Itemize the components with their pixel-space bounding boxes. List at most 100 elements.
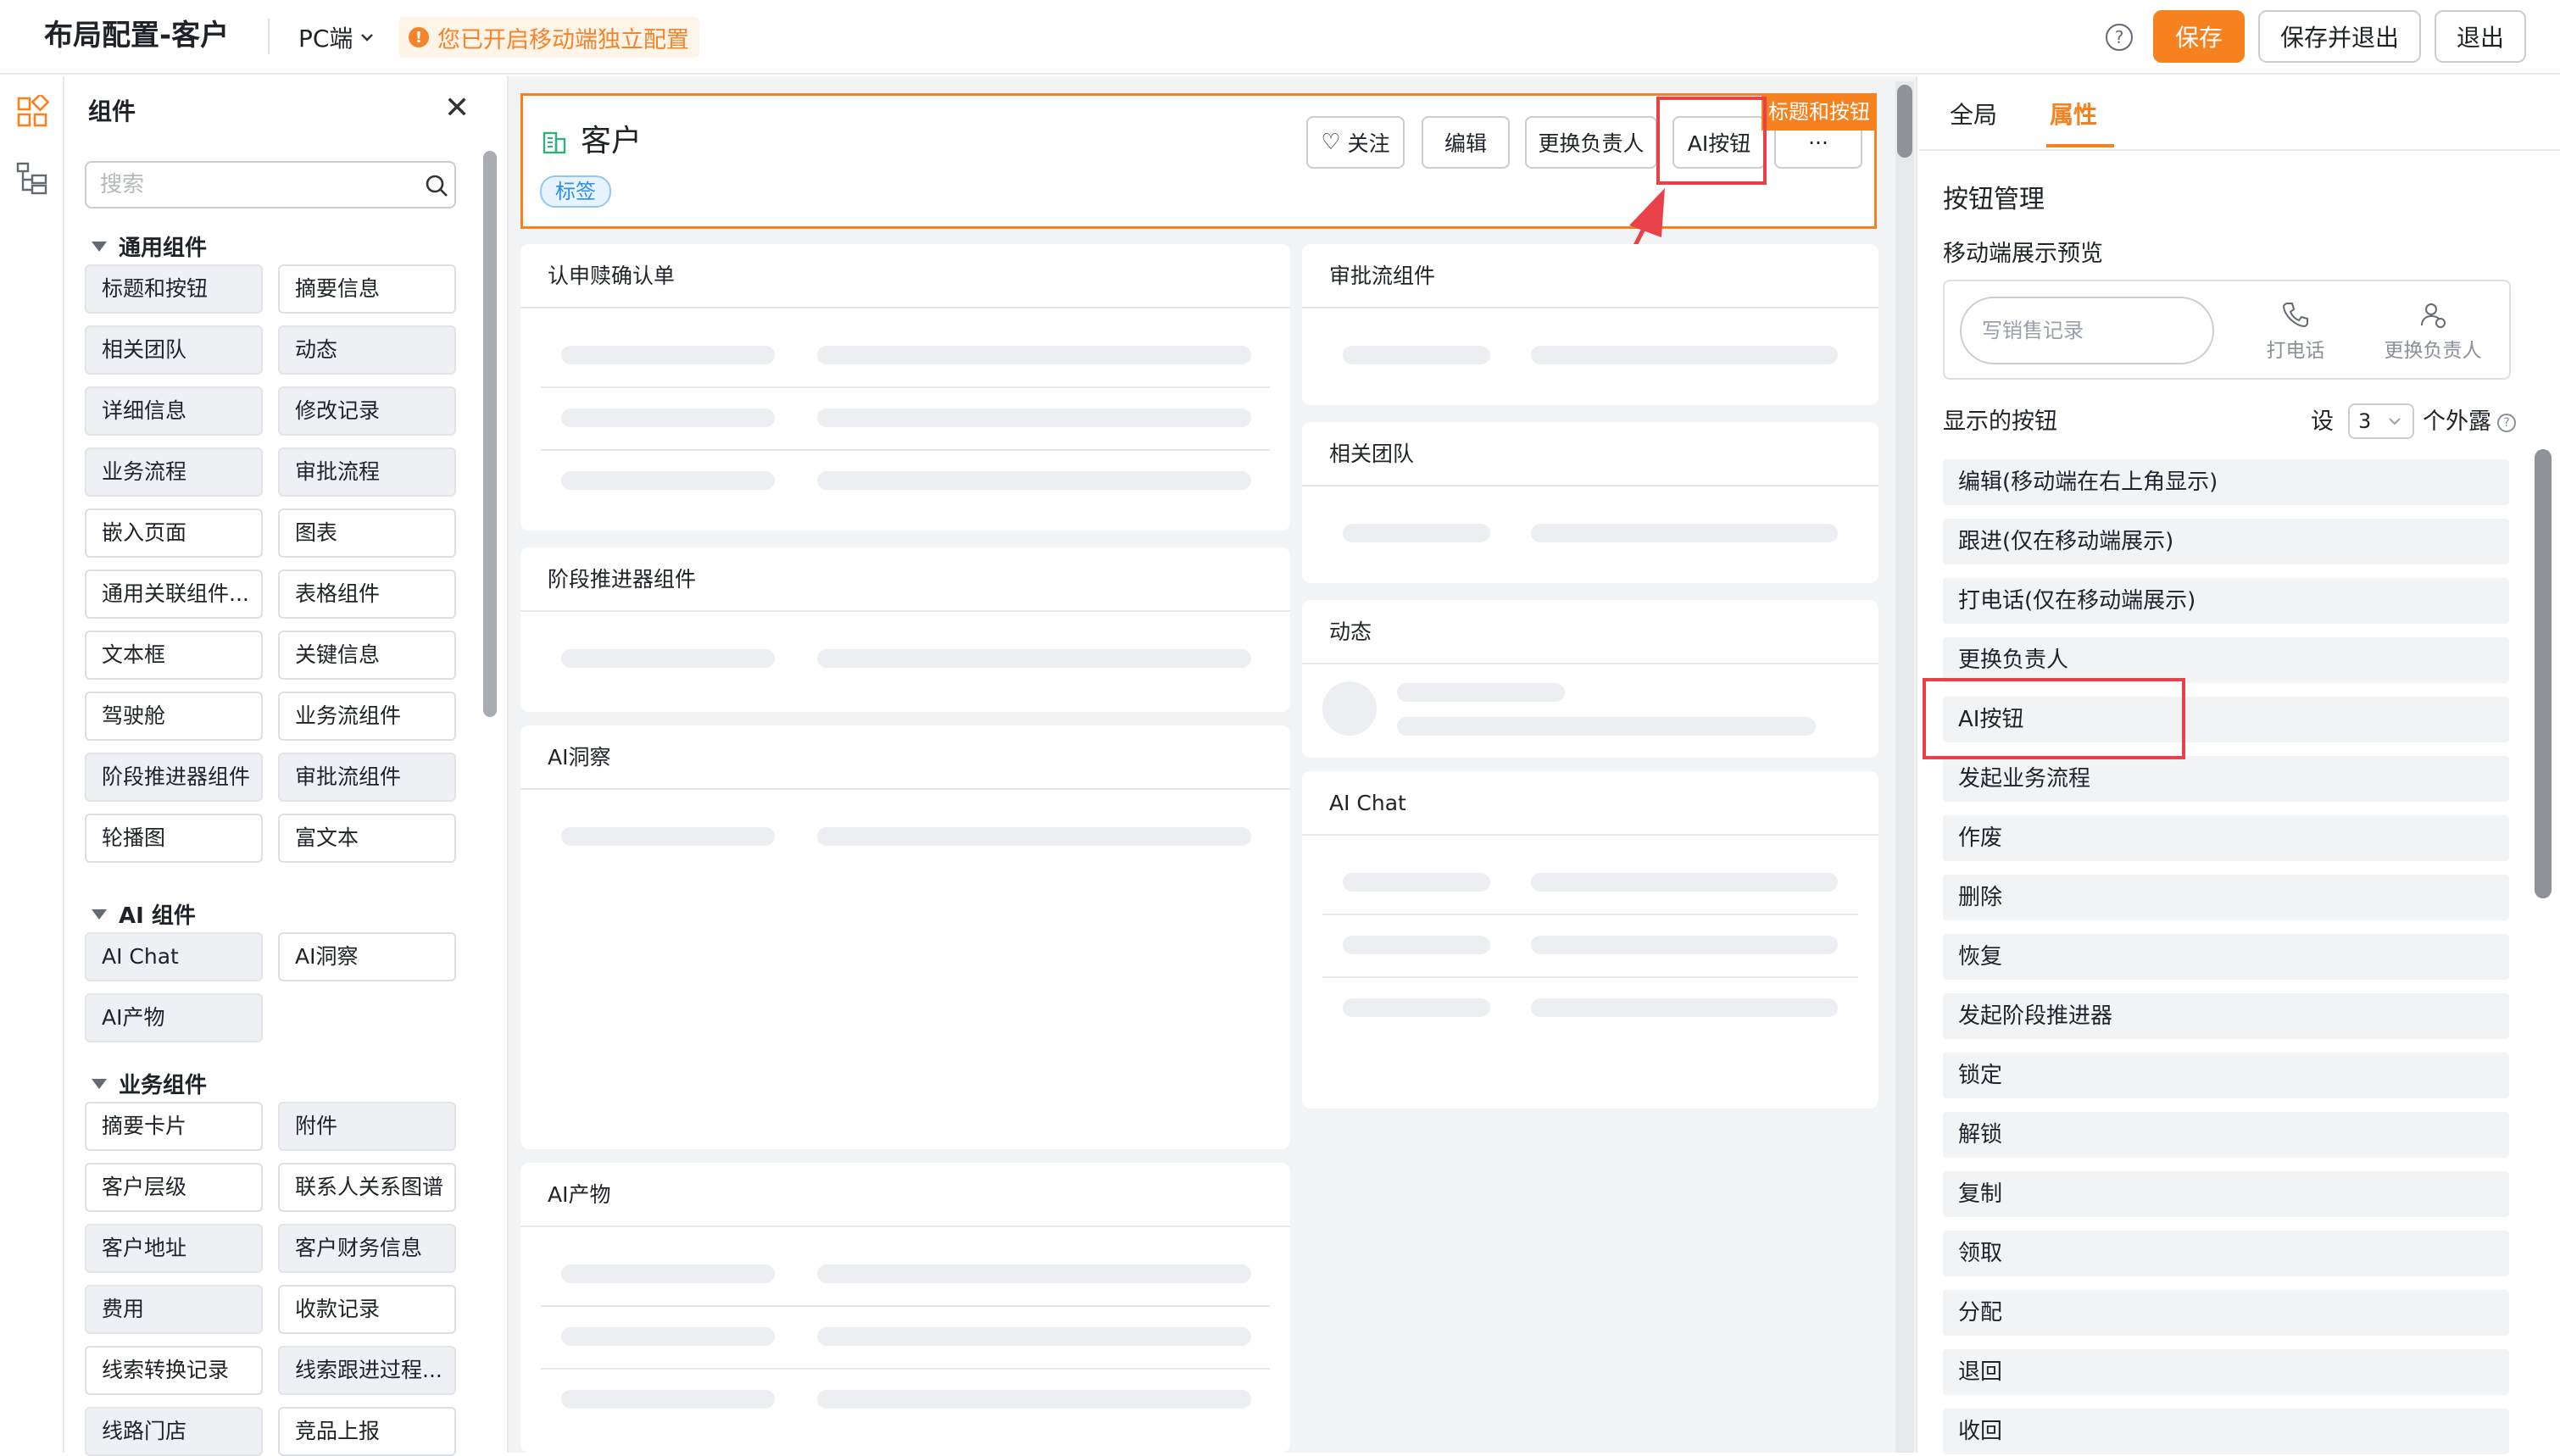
preview-call: 打电话 <box>2236 292 2355 373</box>
component-item[interactable]: AI洞察 <box>278 932 456 981</box>
button-config-item[interactable]: 恢复 <box>1943 934 2509 980</box>
button-config-item[interactable]: 解锁 <box>1943 1112 2509 1158</box>
help-icon[interactable]: ? <box>2497 414 2516 432</box>
close-icon[interactable]: ✕ <box>444 92 470 125</box>
component-item[interactable]: 图表 <box>278 508 456 558</box>
row-divider <box>541 1305 1270 1307</box>
tree-icon[interactable] <box>15 161 49 195</box>
component-item[interactable]: 附件 <box>278 1102 456 1151</box>
help-icon[interactable]: ? <box>2106 24 2133 51</box>
component-item[interactable]: 嵌入页面 <box>85 508 263 558</box>
skeleton-bar <box>817 346 1251 364</box>
button-config-item[interactable]: 删除 <box>1943 875 2509 920</box>
component-item[interactable]: 详细信息 <box>85 386 263 436</box>
card-title: AI洞察 <box>548 745 611 770</box>
preview-call-label: 打电话 <box>2266 340 2325 362</box>
exit-button[interactable]: 退出 <box>2435 10 2526 63</box>
card-ai-insight[interactable]: AI洞察 <box>520 725 1290 1149</box>
card-approval-flow[interactable]: 审批流组件 <box>1302 244 1878 405</box>
save-exit-button[interactable]: 保存并退出 <box>2258 10 2421 63</box>
button-config-item[interactable]: 收回 <box>1943 1409 2509 1454</box>
button-config-item[interactable]: 分配 <box>1943 1290 2509 1336</box>
mobile-notice-text: 您已开启移动端独立配置 <box>437 26 689 53</box>
button-config-item[interactable]: 发起业务流程 <box>1943 756 2509 802</box>
card-stage-advancer[interactable]: 阶段推进器组件 <box>520 547 1290 712</box>
component-item[interactable]: 业务流程 <box>85 447 263 497</box>
component-item[interactable]: 表格组件 <box>278 570 456 619</box>
card-ai-chat[interactable]: AI Chat <box>1302 771 1878 1109</box>
save-button[interactable]: 保存 <box>2153 10 2245 63</box>
component-item[interactable]: 文本框 <box>85 631 263 680</box>
title-divider <box>268 19 270 54</box>
group-header[interactable]: AI 组件 <box>92 898 196 930</box>
card-ai-output[interactable]: AI产物 <box>520 1163 1290 1453</box>
button-config-item[interactable]: 领取 <box>1943 1231 2509 1276</box>
component-panel-scrollbar[interactable] <box>483 151 497 717</box>
component-item[interactable]: 客户地址 <box>85 1224 263 1273</box>
component-item[interactable]: AI Chat <box>85 932 263 981</box>
component-item[interactable]: 富文本 <box>278 814 456 863</box>
card-activity[interactable]: 动态 <box>1302 600 1878 758</box>
component-item[interactable]: 审批流组件 <box>278 753 456 802</box>
component-item[interactable]: 线索跟进过程... <box>278 1346 456 1395</box>
component-item[interactable]: 线路门店 <box>85 1407 263 1456</box>
change-owner-button[interactable]: 更换负责人 <box>1525 116 1657 169</box>
button-config-item[interactable]: 锁定 <box>1943 1053 2509 1098</box>
expose-count-select[interactable]: 3 <box>2348 403 2414 439</box>
search-input[interactable] <box>100 169 405 200</box>
edit-button[interactable]: 编辑 <box>1422 116 1510 169</box>
component-item[interactable]: 驾驶舱 <box>85 692 263 741</box>
button-config-item[interactable]: 退回 <box>1943 1349 2509 1395</box>
component-item[interactable]: 审批流程 <box>278 447 456 497</box>
component-item[interactable]: 修改记录 <box>278 386 456 436</box>
button-config-item[interactable]: 更换负责人 <box>1943 637 2509 683</box>
component-item[interactable]: 收款记录 <box>278 1285 456 1334</box>
card-confirmation[interactable]: 认申赎确认单 <box>520 244 1290 531</box>
components-icon[interactable] <box>15 95 49 129</box>
component-item[interactable]: 通用关联组件... <box>85 570 263 619</box>
component-item[interactable]: 费用 <box>85 1285 263 1334</box>
button-config-item[interactable]: 复制 <box>1943 1171 2509 1217</box>
component-item[interactable]: AI产物 <box>85 993 263 1042</box>
component-item[interactable]: 客户财务信息 <box>278 1224 456 1273</box>
button-config-item[interactable]: 发起阶段推进器 <box>1943 993 2509 1039</box>
component-item[interactable]: 业务流组件 <box>278 692 456 741</box>
component-item[interactable]: 摘要卡片 <box>85 1102 263 1151</box>
properties-scrollbar[interactable] <box>2535 449 2552 898</box>
group-header[interactable]: 业务组件 <box>92 1068 207 1099</box>
platform-switch[interactable]: PC端 <box>298 19 376 56</box>
button-config-item[interactable]: 编辑(移动端在右上角显示) <box>1943 459 2509 505</box>
skeleton-bar <box>561 1390 775 1409</box>
component-item[interactable]: 关键信息 <box>278 631 456 680</box>
skeleton-bar <box>1343 936 1490 954</box>
button-config-item[interactable]: 作废 <box>1943 815 2509 861</box>
card-divider <box>1302 663 1878 664</box>
button-config-item[interactable]: 跟进(仅在移动端展示) <box>1943 519 2509 564</box>
search-icon[interactable] <box>424 173 449 198</box>
component-item[interactable]: 联系人关系图谱 <box>278 1163 456 1212</box>
canvas-scrollbar[interactable] <box>1897 85 1912 158</box>
tab-properties[interactable]: 属性 <box>2050 98 2097 132</box>
skeleton-bar <box>561 1264 775 1283</box>
skeleton-bar <box>817 649 1251 668</box>
skeleton-bar <box>817 1327 1251 1346</box>
component-item[interactable]: 线索转换记录 <box>85 1346 263 1395</box>
component-item[interactable]: 相关团队 <box>85 325 263 375</box>
record-tag[interactable]: 标签 <box>540 175 611 208</box>
button-config-item[interactable]: 打电话(仅在移动端展示) <box>1943 578 2509 624</box>
mobile-notice[interactable]: ! 您已开启移动端独立配置 <box>398 17 699 58</box>
follow-button[interactable]: ♡ 关注 <box>1306 116 1405 169</box>
card-divider <box>1302 485 1878 486</box>
component-search[interactable] <box>85 161 456 208</box>
component-item[interactable]: 摘要信息 <box>278 264 456 314</box>
group-header[interactable]: 通用组件 <box>92 231 207 262</box>
component-item[interactable]: 客户层级 <box>85 1163 263 1212</box>
card-related-team[interactable]: 相关团队 <box>1302 422 1878 583</box>
tab-global[interactable]: 全局 <box>1950 98 1997 132</box>
component-item[interactable]: 轮播图 <box>85 814 263 863</box>
component-item[interactable]: 竞品上报 <box>278 1407 456 1456</box>
component-item[interactable]: 标题和按钮 <box>85 264 263 314</box>
component-item[interactable]: 动态 <box>278 325 456 375</box>
component-item[interactable]: 阶段推进器组件 <box>85 753 263 802</box>
canvas-scroll-track[interactable] <box>1895 81 1914 1453</box>
